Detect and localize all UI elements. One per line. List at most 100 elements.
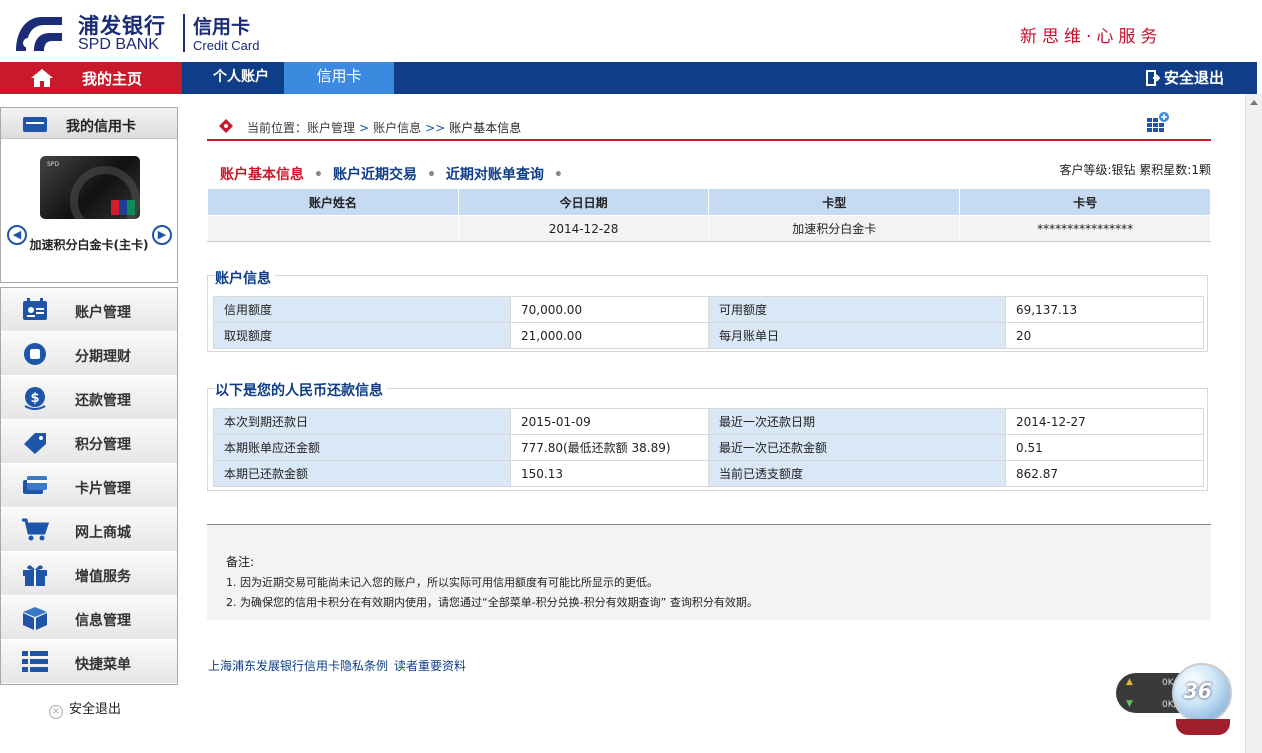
tab-separator: • [314,167,323,183]
info-label: 最近一次还款日期 [708,408,1006,435]
breadcrumb-account-info[interactable]: 账户信息 [373,121,421,135]
card-manage-icon [23,476,47,494]
account-tabs: 账户基本信息 • 账户近期交易 • 近期对账单查询 • [220,164,573,184]
box-icon [23,607,47,630]
table-row: 本次到期还款日 2015-01-09 最近一次还款日期 2014-12-27 [213,408,1204,435]
menu-item-installment[interactable]: 分期理财 [1,332,177,376]
gift-icon [23,565,47,586]
card-type-cell: 加速积分白金卡 [708,215,961,242]
table-row: 本期账单应还金额 777.80(最低还款额 38.89) 最近一次已还款金额 0… [213,434,1204,461]
menu-label: 积分管理 [75,437,131,453]
card-number-cell: **************** [959,215,1211,242]
important-info-link[interactable]: 读者重要资料 [394,659,466,673]
cart-icon [22,518,49,541]
menu-item-account[interactable]: 账户管理 [1,288,177,332]
note-item: 1. 因为近期交易可能尚未记入您的账户，所以实际可用信用额度有可能比所显示的更低… [226,576,658,589]
info-label: 可用额度 [708,296,1006,323]
info-label: 最近一次已还款金额 [708,434,1006,461]
account-summary-table: 账户姓名 今日日期 卡型 卡号 2014-12-28 加速积分白金卡 *****… [207,188,1211,242]
breadcrumb-prefix: 当前位置： [247,121,308,135]
credit-card-icon [23,117,47,132]
info-label: 每月账单日 [708,322,1006,349]
breadcrumb-account-manage[interactable]: 账户管理 [307,121,355,135]
menu-item-repayment[interactable]: $ 还款管理 [1,376,177,420]
today-date-cell: 2014-12-28 [457,215,710,242]
tab-account-basic[interactable]: 账户基本信息 [220,167,304,183]
info-value: 69,137.13 [1005,296,1204,323]
menu-label: 分期理财 [75,349,131,365]
summary-header: 卡型 [708,188,961,216]
info-label: 本期已还款金额 [213,460,511,487]
account-name-cell [207,215,459,242]
info-value: 2014-12-27 [1005,408,1204,435]
menu-item-mall[interactable]: 网上商城 [1,508,177,552]
menu-item-points[interactable]: 积分管理 [1,420,177,464]
info-label: 取现额度 [213,322,511,349]
repayment-icon: $ [24,387,46,410]
notes-title: 备注: [226,555,255,569]
site-header: 浦发银行 SPD BANK 信用卡 Credit Card 新思维·心服务 [0,0,1262,62]
breadcrumb-current: 账户基本信息 [449,121,522,135]
list-icon [22,651,48,672]
menu-item-info[interactable]: 信息管理 [1,596,177,640]
card-image: SPD [40,156,140,219]
selected-card-name: 加速积分白金卡(主卡) [29,238,149,252]
menu-label: 账户管理 [75,305,131,321]
notes-panel: 备注: 1. 因为近期交易可能尚未记入您的账户，所以实际可用信用额度有可能比所显… [207,524,1211,620]
breadcrumb: 当前位置：账户管理 > 账户信息 >> 账户基本信息 [207,108,1211,141]
tab-bill-query[interactable]: 近期对账单查询 [446,167,544,183]
tab-separator: • [553,167,563,183]
sidebar-logout-link[interactable]: × 安全退出 [49,698,121,719]
breadcrumb-separator: > [359,121,370,135]
info-value: 70,000.00 [510,296,709,323]
info-label: 当前已透支额度 [708,460,1006,487]
bank-name-en: SPD BANK [78,36,159,53]
summary-header: 卡号 [959,188,1211,216]
menu-label: 信息管理 [75,613,131,629]
installment-icon [24,343,46,365]
privacy-policy-link[interactable]: 上海浦东发展银行信用卡隐私条例 [208,659,388,673]
menu-label: 增值服务 [75,569,131,585]
network-speed-widget[interactable]: ▲ ▼ 0K/s 0K/s 36 [1116,663,1236,745]
info-label: 信用额度 [213,296,511,323]
info-value: 862.87 [1005,460,1204,487]
product-name-cn: 信用卡 [193,16,251,38]
logout-door-icon [1146,70,1161,86]
info-label: 本期账单应还金额 [213,434,511,461]
scroll-up-arrow-icon[interactable] [1250,100,1258,105]
home-icon [31,69,53,87]
menu-item-shortcuts[interactable]: 快捷菜单 [1,640,177,684]
header-divider [183,14,185,52]
close-icon: × [49,705,63,719]
spd-logo-icon [16,17,62,51]
upload-arrow-icon: ▲ [1126,677,1133,687]
download-arrow-icon: ▼ [1126,699,1133,709]
table-row: 本期已还款金额 150.13 当前已透支额度 862.87 [213,460,1204,487]
add-shortcut-icon[interactable] [1147,112,1169,134]
menu-label: 卡片管理 [75,481,131,497]
menu-item-card-manage[interactable]: 卡片管理 [1,464,177,508]
account-info-title: 账户信息 [215,268,275,288]
nav-home-label: 我的主页 [82,70,143,88]
top-nav: 我的主页 个人账户 信用卡 安全退出 [0,62,1257,94]
unionpay-logo-icon [111,200,135,215]
tab-recent-transactions[interactable]: 账户近期交易 [333,167,417,183]
points-icon [24,433,46,454]
nav-personal-account[interactable]: 个人账户 [196,62,286,94]
card-next-button[interactable]: ▶ [152,225,172,245]
info-value: 21,000.00 [510,322,709,349]
note-item: 2. 为确保您的信用卡积分在有效期内使用，请您通过“全部菜单-积分兑换-积分有效… [226,596,758,609]
table-row: 取现额度 21,000.00 每月账单日 20 [213,322,1204,349]
menu-item-value-added[interactable]: 增值服务 [1,552,177,596]
summary-header: 今日日期 [457,188,710,216]
nav-credit-card[interactable]: 信用卡 [284,62,394,94]
nav-home[interactable]: 我的主页 [0,62,182,94]
nav-logout[interactable]: 安全退出 [1146,62,1224,94]
footer-links: 上海浦东发展银行信用卡隐私条例 读者重要资料 [208,657,472,674]
repayment-info-title: 以下是您的人民币还款信息 [215,380,387,400]
card-panel-header: 我的信用卡 [1,108,177,139]
info-value: 2015-01-09 [510,408,709,435]
vertical-scrollbar[interactable] [1245,94,1262,753]
my-credit-card-panel: 我的信用卡 SPD ◀ ▶ 加速积分白金卡(主卡) [0,107,178,283]
info-value: 777.80(最低还款额 38.89) [510,434,709,461]
